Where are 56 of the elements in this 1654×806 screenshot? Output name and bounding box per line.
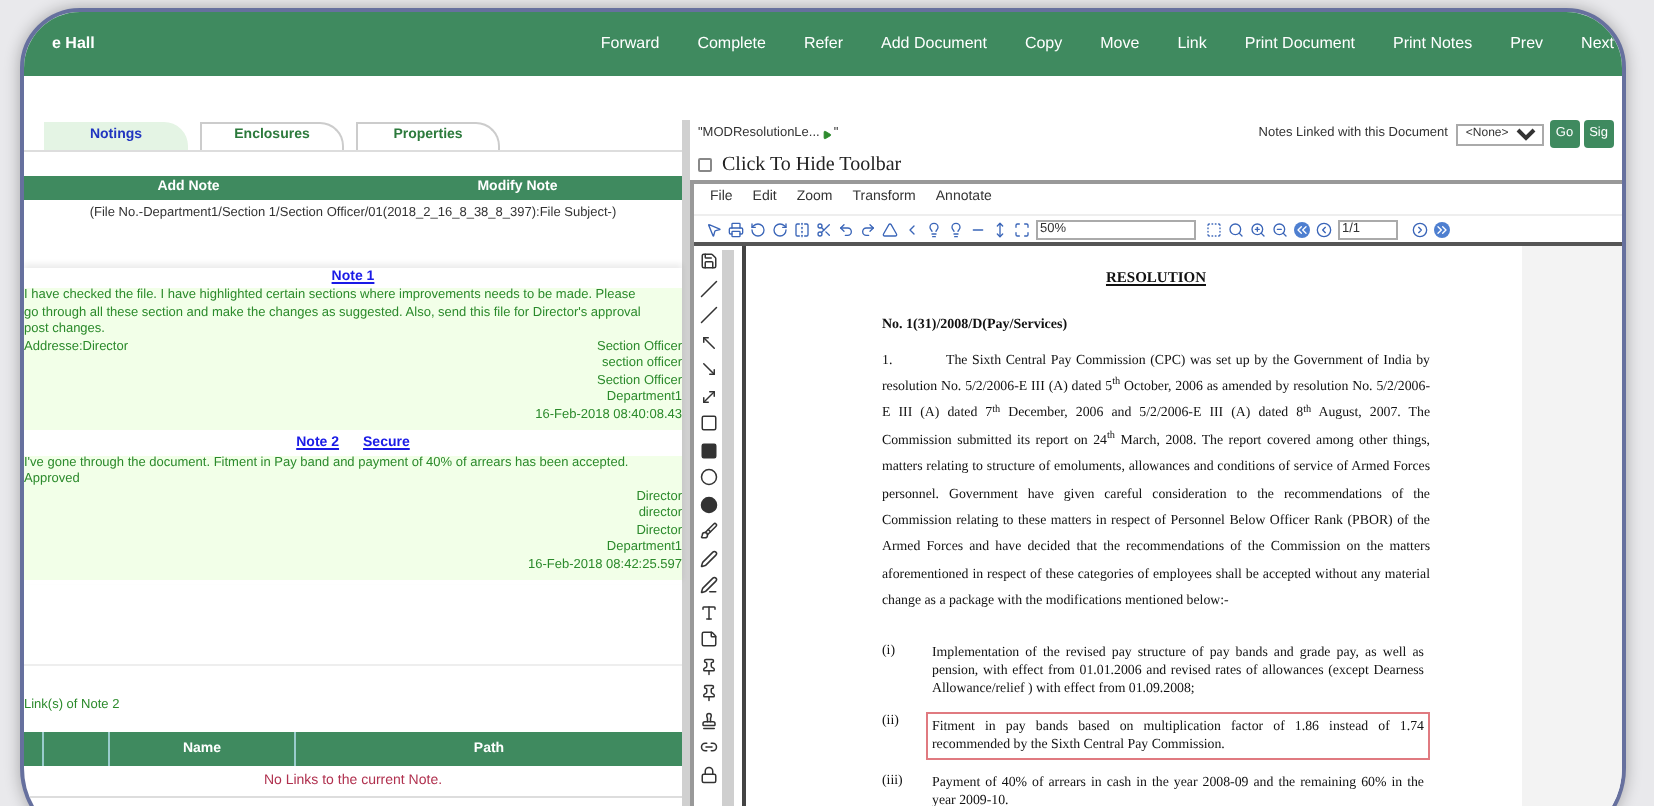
header-action[interactable]: Move: [1100, 32, 1140, 56]
rotate-right-icon[interactable]: [772, 221, 788, 237]
search-icon[interactable]: [1228, 221, 1244, 237]
header-action[interactable]: Next: [1581, 32, 1614, 56]
undo-icon[interactable]: [838, 221, 854, 237]
arrow-icon[interactable]: [699, 333, 717, 351]
play-icon: [821, 129, 832, 139]
header-action[interactable]: Add Document: [881, 32, 987, 56]
save-icon[interactable]: [699, 252, 717, 270]
header-action[interactable]: Copy: [1024, 32, 1063, 56]
zoom-in-icon[interactable]: [1250, 221, 1266, 237]
double-arrow-icon[interactable]: [699, 387, 717, 405]
print-icon[interactable]: [728, 221, 744, 237]
cut-icon[interactable]: [816, 221, 832, 237]
ellipse-icon[interactable]: [699, 468, 717, 486]
brush-icon[interactable]: [699, 522, 717, 540]
redo-icon[interactable]: [860, 221, 876, 237]
vertical-line-icon[interactable]: [992, 221, 1008, 237]
toolbar-checkbox[interactable]: [698, 157, 712, 171]
pointer-icon[interactable]: [706, 221, 722, 237]
line-icon[interactable]: [699, 279, 717, 297]
header-action[interactable]: Print Notes: [1393, 32, 1473, 56]
filled-ellipse-icon[interactable]: [699, 495, 717, 513]
previous-page-icon[interactable]: [1316, 221, 1332, 237]
header-action[interactable]: Print Document: [1244, 32, 1356, 56]
header-action[interactable]: Forward: [600, 32, 660, 56]
pin-icon[interactable]: [699, 657, 717, 675]
header-action[interactable]: Link: [1177, 32, 1207, 56]
rectangle-icon[interactable]: [699, 414, 717, 432]
last-page-icon[interactable]: [1434, 221, 1450, 237]
first-page-icon[interactable]: [1294, 221, 1310, 237]
bulb-icon[interactable]: [926, 221, 942, 237]
link-icon[interactable]: [699, 738, 717, 756]
select-area-icon[interactable]: [1206, 221, 1222, 237]
app-title: e Hall: [52, 32, 95, 56]
header-action[interactable]: Complete: [697, 32, 766, 56]
filled-rectangle-icon[interactable]: [699, 441, 717, 459]
zoom-out-icon[interactable]: [1272, 221, 1288, 237]
note-icon[interactable]: [699, 630, 717, 648]
next-page-icon[interactable]: [1412, 221, 1428, 237]
checkbox-label: Click To Hide Toolbar: [722, 151, 902, 179]
pin-icon[interactable]: [699, 684, 717, 702]
tool-scrollbar[interactable]: [722, 250, 734, 806]
header-action[interactable]: Refer: [803, 32, 844, 56]
text-icon[interactable]: [699, 603, 717, 621]
lock-icon[interactable]: [699, 765, 717, 783]
pen-icon[interactable]: [699, 549, 717, 567]
arrow-icon[interactable]: [699, 360, 717, 378]
bulb-icon[interactable]: [948, 221, 964, 237]
rotate-left-icon[interactable]: [750, 221, 766, 237]
fit-icon[interactable]: [1014, 221, 1030, 237]
left-icon[interactable]: [904, 221, 920, 237]
stamp-icon[interactable]: [699, 711, 717, 729]
triangle-icon[interactable]: [882, 221, 898, 237]
header-action[interactable]: Prev: [1510, 32, 1544, 56]
signature-icon[interactable]: [699, 576, 717, 594]
